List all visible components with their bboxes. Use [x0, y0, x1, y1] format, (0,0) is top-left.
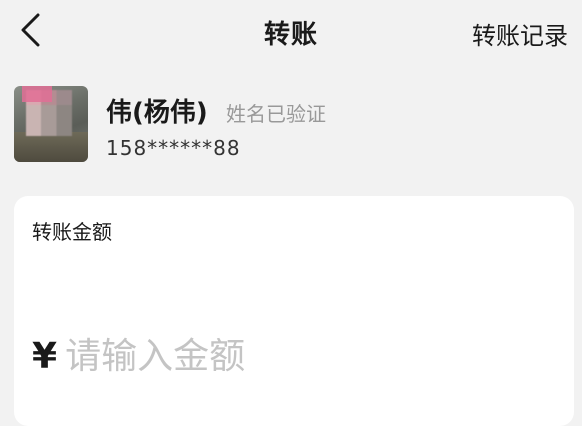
recipient-phone: 158******88	[106, 136, 241, 160]
amount-input[interactable]	[65, 335, 506, 377]
amount-label: 转账金额	[32, 220, 112, 244]
currency-symbol: ¥	[32, 335, 58, 377]
verified-status: 姓名已验证	[226, 102, 326, 126]
recipient-info: 伟(杨伟) 姓名已验证 158******88	[14, 86, 574, 166]
transfer-records-link[interactable]: 转账记录	[472, 16, 568, 51]
transfer-amount-card: 转账金额 ¥	[14, 196, 574, 426]
avatar	[14, 86, 88, 162]
recipient-name: 伟(杨伟)	[106, 98, 208, 128]
top-bar: 转账 转账记录	[0, 0, 582, 64]
amount-row: ¥	[32, 328, 552, 384]
